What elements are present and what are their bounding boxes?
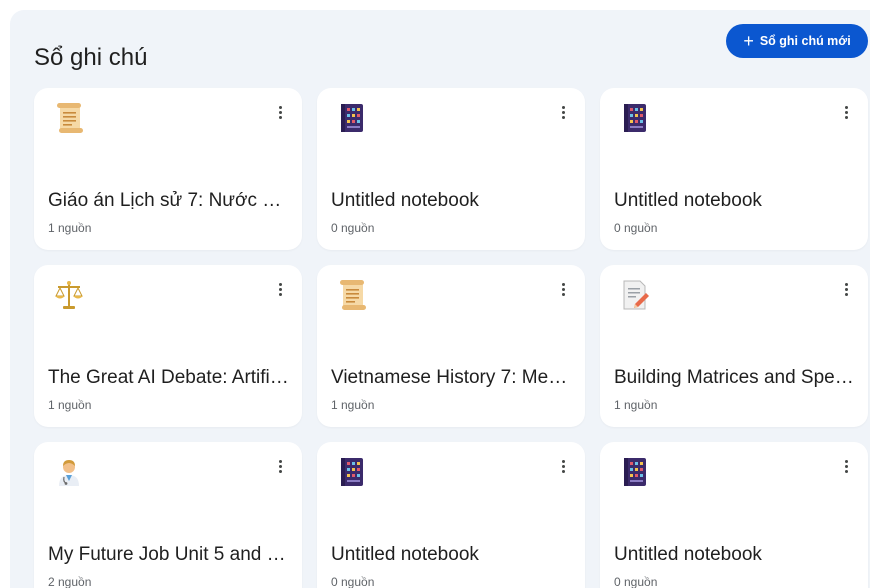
source-count: 2 nguồn <box>48 575 92 588</box>
notebook-title: Giáo án Lịch sử 7: Nước Đại Việt thời Lê… <box>48 190 290 211</box>
more-options-icon[interactable] <box>836 102 856 122</box>
notebook-title: My Future Job Unit 5 and Careers <box>48 544 290 565</box>
doctor-icon <box>52 455 86 489</box>
notebook-title: Building Matrices and Spectral Analysis <box>614 367 856 388</box>
more-options-icon[interactable] <box>836 456 856 476</box>
notebook-title: Untitled notebook <box>331 190 479 211</box>
scroll-icon <box>335 278 369 312</box>
more-options-icon[interactable] <box>836 279 856 299</box>
notebook-card[interactable]: Untitled notebook 0 nguồn <box>317 88 585 250</box>
scales-icon <box>52 278 86 312</box>
notebook-card[interactable]: Untitled notebook 0 nguồn <box>317 442 585 588</box>
notebook-title: Untitled notebook <box>331 544 479 565</box>
notebook-card[interactable]: My Future Job Unit 5 and Careers 2 nguồn <box>34 442 302 588</box>
notebook-grid: Giáo án Lịch sử 7: Nước Đại Việt thời Lê… <box>34 88 868 588</box>
page-title: Sổ ghi chú <box>34 44 148 72</box>
more-options-icon[interactable] <box>553 102 573 122</box>
notebooks-panel: Sổ ghi chú + Sổ ghi chú mới Giáo án Lịch… <box>10 10 870 588</box>
notebook-card[interactable]: Giáo án Lịch sử 7: Nước Đại Việt thời Lê… <box>34 88 302 250</box>
source-count: 1 nguồn <box>48 398 92 412</box>
notebook-title: Untitled notebook <box>614 544 762 565</box>
notebook-title: Untitled notebook <box>614 190 762 211</box>
new-notebook-button[interactable]: + Sổ ghi chú mới <box>726 24 868 58</box>
more-options-icon[interactable] <box>270 456 290 476</box>
notebook-icon <box>618 101 652 135</box>
notebook-icon <box>335 101 369 135</box>
source-count: 1 nguồn <box>48 221 92 235</box>
notebook-card[interactable]: Vietnamese History 7: Medieval Dynasties… <box>317 265 585 427</box>
source-count: 1 nguồn <box>614 398 658 412</box>
notebook-title: The Great AI Debate: Artificial Intellig… <box>48 367 290 388</box>
source-count: 0 nguồn <box>614 575 658 588</box>
more-options-icon[interactable] <box>553 279 573 299</box>
more-options-icon[interactable] <box>270 279 290 299</box>
notebook-card[interactable]: Untitled notebook 0 nguồn <box>600 88 868 250</box>
new-notebook-label: Sổ ghi chú mới <box>759 34 851 48</box>
source-count: 0 nguồn <box>331 221 375 235</box>
more-options-icon[interactable] <box>553 456 573 476</box>
notebook-card[interactable]: Building Matrices and Spectral Analysis … <box>600 265 868 427</box>
notebook-icon <box>618 455 652 489</box>
source-count: 0 nguồn <box>614 221 658 235</box>
source-count: 1 nguồn <box>331 398 375 412</box>
notebook-icon <box>335 455 369 489</box>
notebook-title: Vietnamese History 7: Medieval Dynasties <box>331 367 573 388</box>
notebook-card[interactable]: The Great AI Debate: Artificial Intellig… <box>34 265 302 427</box>
scroll-icon <box>52 101 86 135</box>
notebook-card[interactable]: Untitled notebook 0 nguồn <box>600 442 868 588</box>
memo-icon <box>618 278 652 312</box>
more-options-icon[interactable] <box>270 102 290 122</box>
plus-icon: + <box>743 31 754 51</box>
source-count: 0 nguồn <box>331 575 375 588</box>
